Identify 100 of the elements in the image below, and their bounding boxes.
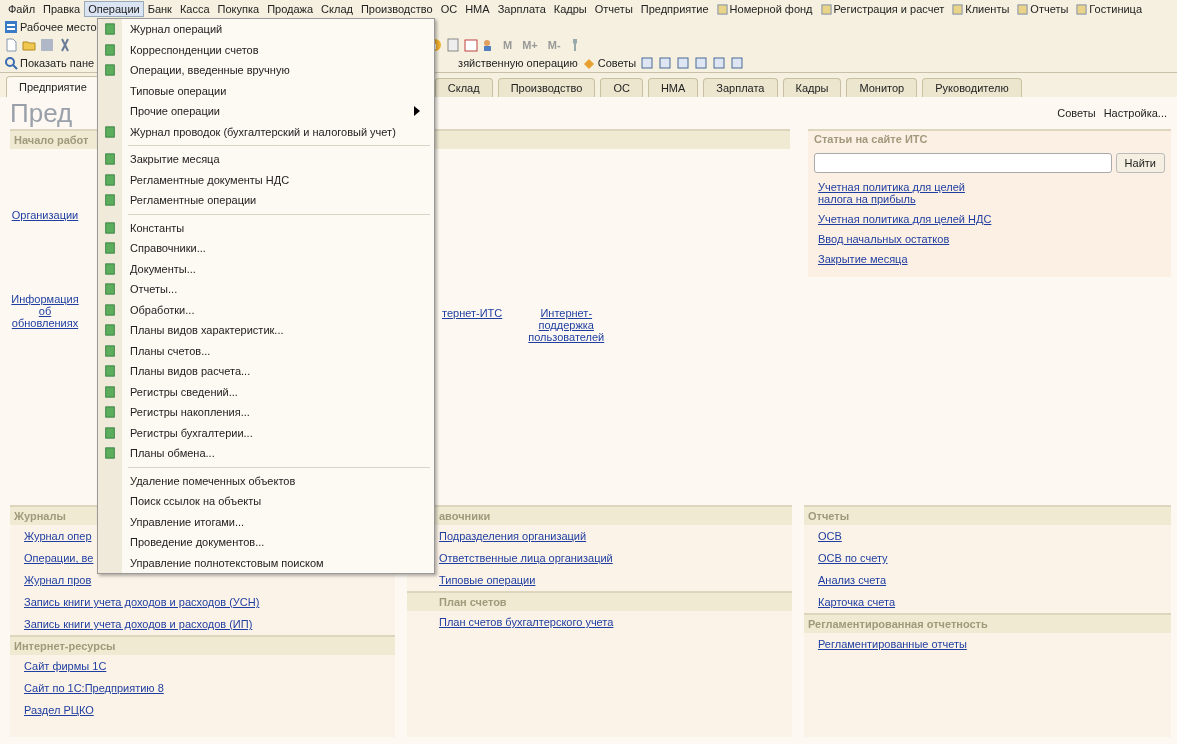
tab[interactable]: Кадры [782,78,842,97]
journal-link[interactable]: Запись книги учета доходов и расходов (УСН) [10,591,395,613]
menu-bar-item[interactable]: Касса [175,1,214,17]
shortcut-link[interactable]: Организации [10,209,80,221]
menu-item[interactable]: Регистры накопления... [98,402,434,423]
website-link[interactable]: Сайт фирмы 1С [10,655,395,677]
tab[interactable]: Предприятие [6,76,100,97]
document-icon [104,303,116,316]
menu-bar-item[interactable]: Регистрация и расчет [816,1,949,17]
menu-item[interactable]: Планы видов характеристик... [98,320,434,341]
shortcut-link[interactable]: Информация об обновлениях [10,293,80,329]
page-title: Пред [10,97,73,129]
tab[interactable]: Зарплата [703,78,778,97]
document-icon [104,64,116,77]
document-icon [820,3,832,15]
settings-button[interactable]: Настройка... [1099,107,1171,119]
report-link[interactable]: ОСВ по счету [804,547,1171,569]
article-link[interactable]: Учетная политика для целей НДС [814,213,998,225]
menu-item[interactable]: Планы счетов... [98,340,434,361]
tab[interactable]: ОС [600,78,643,97]
menu-bar-item[interactable]: НМА [461,1,494,17]
document-icon [104,221,116,234]
menu-bar-item[interactable]: Продажа [263,1,318,17]
menu-item[interactable]: Регистры бухгалтерии... [98,422,434,443]
document-icon [104,426,116,439]
menu-item[interactable]: Константы [98,217,434,238]
shortcut-link[interactable]: тернет-ИТС [442,307,503,319]
website-link[interactable]: Сайт по 1С:Предприятию 8 [10,677,395,699]
magnifier-icon [4,56,18,70]
document-icon [1017,3,1029,15]
accounts-link[interactable]: План счетов бухгалтерского учета [407,611,792,633]
tab[interactable]: Производство [497,78,596,97]
search-field[interactable] [814,153,1112,173]
document-icon [104,447,116,460]
menu-item[interactable]: Планы обмена... [98,443,434,464]
menu-bar-item[interactable]: ОС [436,1,462,17]
menu-item[interactable]: Регистры сведений... [98,381,434,402]
menu-item[interactable]: Регламентные документы НДС [98,169,434,190]
menu-bar-item[interactable]: Отчеты [590,1,637,17]
menu-bar-item[interactable]: Операции [84,1,144,17]
tab[interactable]: Склад [434,78,493,97]
document-icon [104,242,116,255]
tab[interactable]: Руководителю [922,78,1022,97]
article-link[interactable]: Закрытие месяца [814,253,998,265]
menu-bar-item[interactable]: Файл [4,1,40,17]
menu-item[interactable]: Операции, введенные вручную [98,60,434,81]
menu-bar-item[interactable]: Клиенты [948,1,1014,17]
document-icon [104,283,116,296]
menu-item[interactable]: Закрытие месяца [98,149,434,170]
menu-item[interactable]: Справочники... [98,238,434,259]
tips-button[interactable]: Советы [581,56,637,70]
tab[interactable]: НМА [647,78,699,97]
find-button[interactable]: Найти [1115,153,1165,173]
menu-bar-item[interactable]: Покупка [213,1,264,17]
report-link[interactable]: ОСВ [804,525,1171,547]
menu-bar-item[interactable]: Отчеты [1013,1,1073,17]
document-icon [104,153,116,166]
report-link[interactable]: Карточка счета [804,591,1171,613]
shortcut-link[interactable]: Интернет-поддержка пользователей [516,307,617,343]
journal-link[interactable]: Запись книги учета доходов и расходов (ИП) [10,613,395,635]
article-link[interactable]: Учетная политика для целей налога на прибыль [814,181,998,205]
menu-bar-item[interactable]: Зарплата [493,1,550,17]
website-link[interactable]: Раздел РЦКО [10,699,395,721]
menu-item[interactable]: Документы... [98,258,434,279]
enter-operation-button[interactable]: зяйственную операцию [458,57,578,69]
document-icon [104,125,116,138]
menu-bar-item[interactable]: Правка [39,1,85,17]
menu-bar-item[interactable]: Гостиница [1072,1,1147,17]
scissors-icon[interactable] [58,38,72,52]
section-header: Интернет-ресурсы [10,635,395,655]
article-link[interactable]: Ввод начальных остатков [814,233,998,245]
report-link[interactable]: Регламентированные отчеты [804,633,1171,655]
menu-bar-item[interactable]: Предприятие [636,1,713,17]
menu-bar-item[interactable]: Производство [356,1,437,17]
menu-bar-item[interactable]: Номерной фонд [712,1,817,17]
menu-item[interactable]: Корреспонденции счетов [98,39,434,60]
menu-item[interactable]: Удаление помеченных объектов [98,470,434,491]
menu-item[interactable]: Обработки... [98,299,434,320]
menu-item[interactable]: Регламентные операции [98,190,434,211]
tips-button[interactable]: Советы [1053,107,1100,119]
folder-icon[interactable] [22,38,36,52]
menu-item[interactable]: Типовые операции [98,80,434,101]
document-icon [104,23,116,36]
menu-item[interactable]: Проведение документов... [98,532,434,553]
report-link[interactable]: Анализ счета [804,569,1171,591]
menu-item[interactable]: Отчеты... [98,279,434,300]
submenu-arrow-icon [414,106,420,117]
list-icon [4,20,18,34]
tab[interactable]: Монитор [846,78,918,97]
document-icon [716,3,728,15]
menu-bar-item[interactable]: Банк [143,1,176,17]
workplace-button[interactable]: Рабочее место [4,20,97,34]
show-panel-button[interactable]: Показать пане [4,56,95,70]
menu-bar-item[interactable]: Кадры [549,1,591,17]
new-document-icon[interactable] [4,38,18,52]
menu-item[interactable]: Планы видов расчета... [98,361,434,382]
menu-bar-item[interactable]: Склад [317,1,357,17]
menu-item[interactable]: Журнал операций [98,19,434,40]
menu-item[interactable]: Прочие операции [98,101,434,122]
document-icon [104,324,116,337]
